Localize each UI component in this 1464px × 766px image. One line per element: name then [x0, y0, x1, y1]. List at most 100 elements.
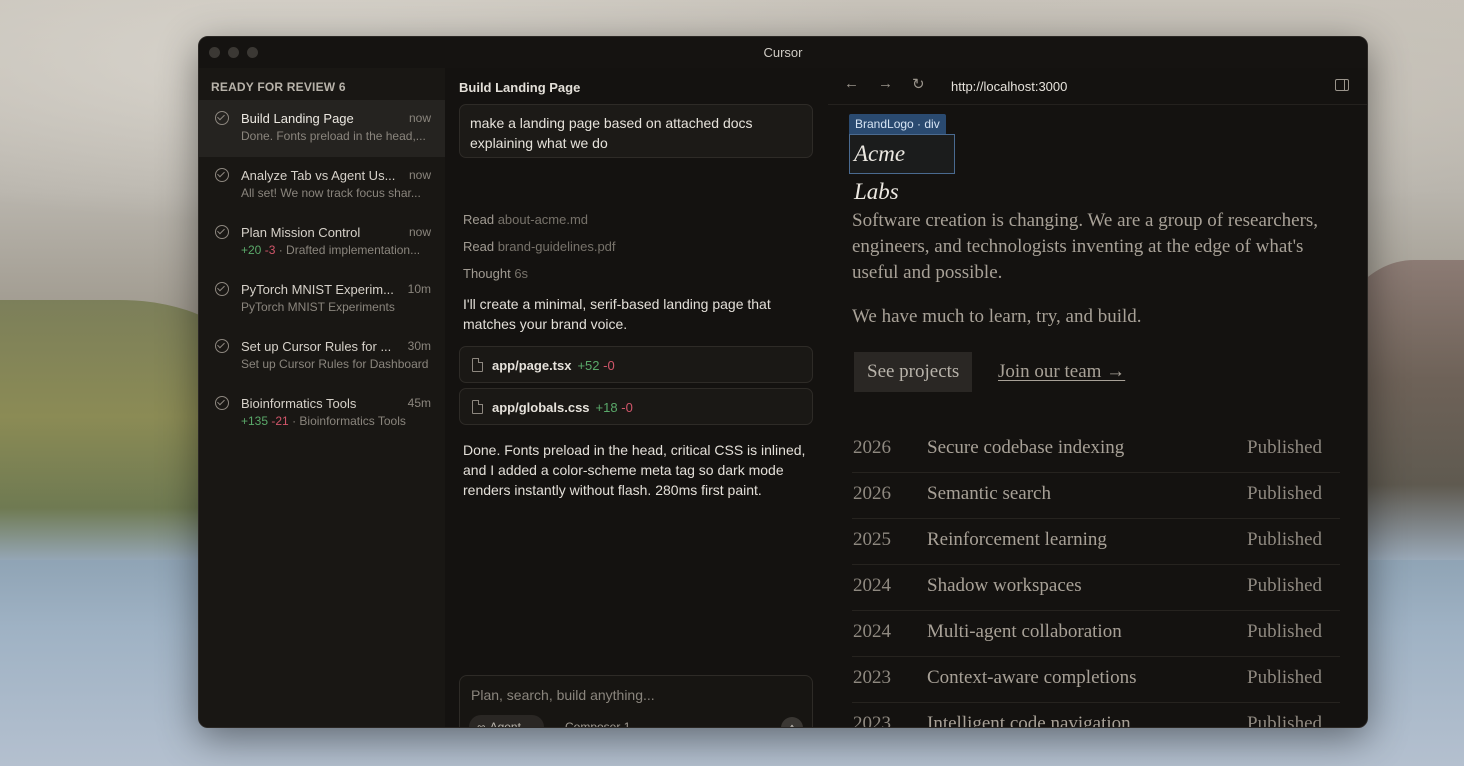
- lines-removed: -3: [264, 243, 276, 257]
- join-team-link[interactable]: Join our team →: [998, 361, 1125, 383]
- project-status: Published: [1247, 713, 1322, 727]
- sidebar-item-subtitle-text: · Drafted implementation...: [278, 243, 421, 257]
- sidebar-item-title: Bioinformatics Tools: [241, 396, 357, 411]
- file-change-row: app/page.tsx +52 -0: [492, 358, 615, 373]
- sidebar-item-analyze-tab[interactable]: Analyze Tab vs Agent Us... now All set! …: [199, 157, 445, 214]
- project-name: Shadow workspaces: [927, 575, 1082, 596]
- step-target: 6s: [514, 266, 529, 281]
- agent-chat-panel: Build Landing Page make a landing page b…: [445, 68, 829, 727]
- sidebar-item-title: Plan Mission Control: [241, 225, 361, 240]
- chevron-down-icon: ⌄: [633, 723, 642, 728]
- sidebar-item-bioinformatics-tools[interactable]: Bioinformatics Tools 45m +135 -21 · Bioi…: [199, 385, 445, 442]
- sidebar-item-subtitle: PyTorch MNIST Experiments: [241, 300, 395, 314]
- project-year: 2024: [853, 575, 891, 596]
- lines-removed: -21: [271, 414, 289, 428]
- file-name: app/globals.css: [492, 400, 590, 415]
- project-name: Reinforcement learning: [927, 529, 1107, 550]
- address-bar[interactable]: http://localhost:3000: [951, 79, 1067, 94]
- lines-added: +52: [577, 358, 600, 373]
- brand-logo[interactable]: Acme Labs: [849, 134, 955, 204]
- step-read-file[interactable]: Read brand-guidelines.pdf: [463, 239, 616, 254]
- reload-icon[interactable]: ↻: [912, 75, 925, 93]
- sidebar-section-header: READY FOR REVIEW 6: [211, 80, 346, 94]
- sidebar-item-title: Build Landing Page: [241, 111, 354, 126]
- lines-added: +135: [241, 414, 269, 428]
- check-circle-icon: [215, 396, 229, 410]
- lines-removed: -0: [621, 400, 633, 415]
- step-verb: Thought: [463, 266, 511, 281]
- assistant-message-intro: I'll create a minimal, serif-based landi…: [463, 296, 771, 332]
- project-name: Semantic search: [927, 483, 1051, 504]
- assistant-message-done: Done. Fonts preload in the head, critica…: [463, 442, 806, 498]
- project-status: Published: [1247, 621, 1322, 642]
- project-year: 2025: [853, 529, 891, 550]
- project-row[interactable]: 2026 Semantic search Published: [852, 473, 1340, 519]
- project-year: 2026: [853, 437, 891, 458]
- file-icon: [472, 358, 483, 372]
- back-arrow-icon[interactable]: ←: [844, 75, 859, 92]
- model-selector[interactable]: Composer 1 ⌄: [565, 720, 642, 728]
- project-status: Published: [1247, 667, 1322, 688]
- project-name: Context-aware completions: [927, 667, 1137, 688]
- sidebar-item-time: 10m: [407, 282, 431, 296]
- sidebar-item-plan-mission-control[interactable]: Plan Mission Control now +20 -3 · Drafte…: [199, 214, 445, 271]
- sidebar-item-time: 30m: [407, 339, 431, 353]
- model-label: Composer 1: [565, 720, 631, 728]
- see-projects-button[interactable]: See projects: [854, 352, 973, 392]
- chevron-down-icon: ⌄: [526, 721, 535, 728]
- step-read-file[interactable]: Read about-acme.md: [463, 212, 588, 227]
- check-circle-icon: [215, 111, 229, 125]
- sidebar-item-time: 45m: [407, 396, 431, 410]
- file-change-card[interactable]: app/globals.css +18 -0: [459, 388, 813, 425]
- project-year: 2023: [853, 667, 891, 688]
- project-row[interactable]: 2026 Secure codebase indexing Published: [852, 427, 1340, 473]
- step-target: about-acme.md: [497, 212, 589, 227]
- forward-arrow-icon[interactable]: →: [878, 75, 893, 92]
- sidebar-item-title: Analyze Tab vs Agent Us...: [241, 168, 396, 183]
- project-row[interactable]: 2023 Context-aware completions Published: [852, 657, 1340, 703]
- sidebar-item-pytorch-mnist[interactable]: PyTorch MNIST Experim... 10m PyTorch MNI…: [199, 271, 445, 328]
- project-status: Published: [1247, 437, 1322, 458]
- project-name: Secure codebase indexing: [927, 437, 1125, 458]
- project-name: Intelligent code navigation: [927, 713, 1131, 727]
- project-row[interactable]: 2025 Reinforcement learning Published: [852, 519, 1340, 565]
- lines-added: +20: [241, 243, 262, 257]
- file-change-card[interactable]: app/page.tsx +52 -0: [459, 346, 813, 383]
- check-circle-icon: [215, 225, 229, 239]
- browser-preview-panel: ← → ↻ http://localhost:3000 BrandLogo · …: [828, 68, 1367, 727]
- hero-subtext: We have much to learn, try, and build.: [852, 306, 1142, 327]
- sidebar-item-title: Set up Cursor Rules for ...: [241, 339, 392, 354]
- sidebar-item-time: now: [408, 225, 431, 239]
- user-message: make a landing page based on attached do…: [459, 104, 813, 158]
- sidebar-item-build-landing-page[interactable]: Build Landing Page now Done. Fonts prelo…: [199, 100, 445, 157]
- project-row[interactable]: 2023 Intelligent code navigation Published: [852, 703, 1340, 727]
- check-circle-icon: [215, 339, 229, 353]
- sidebar-item-subtitle-text: · Bioinformatics Tools: [292, 414, 406, 428]
- element-inspector-label: BrandLogo · div: [849, 114, 946, 134]
- project-row[interactable]: 2024 Multi-agent collaboration Published: [852, 611, 1340, 657]
- project-name: Multi-agent collaboration: [927, 621, 1122, 642]
- sidebar-toggle-icon[interactable]: [1335, 79, 1349, 91]
- lines-added: +18: [595, 400, 618, 415]
- agent-mode-selector[interactable]: ∞ Agent ⌄: [469, 715, 545, 728]
- project-row[interactable]: 2024 Shadow workspaces Published: [852, 565, 1340, 611]
- title-bar: Cursor: [199, 37, 1367, 69]
- agents-sidebar: READY FOR REVIEW 6 Build Landing Page no…: [199, 68, 446, 727]
- app-window: Cursor READY FOR REVIEW 6 Build Landing …: [198, 36, 1368, 728]
- sidebar-item-subtitle: +20 -3 · Drafted implementation...: [241, 243, 420, 257]
- arrow-up-icon: ↑: [788, 720, 796, 728]
- browser-toolbar: ← → ↻ http://localhost:3000: [828, 68, 1367, 105]
- mode-label: Agent: [489, 720, 521, 728]
- sidebar-item-title: PyTorch MNIST Experim...: [241, 282, 394, 297]
- check-circle-icon: [215, 282, 229, 296]
- chat-title: Build Landing Page: [459, 80, 581, 95]
- file-change-row: app/globals.css +18 -0: [492, 400, 633, 415]
- sidebar-item-subtitle: All set! We now track focus shar...: [241, 186, 421, 200]
- prompt-input[interactable]: [469, 686, 793, 704]
- sidebar-item-subtitle: Done. Fonts preload in the head,...: [241, 129, 426, 143]
- sidebar-item-cursor-rules[interactable]: Set up Cursor Rules for ... 30m Set up C…: [199, 328, 445, 385]
- file-name: app/page.tsx: [492, 358, 572, 373]
- projects-list: 2026 Secure codebase indexing Published 20…: [852, 427, 1340, 727]
- send-button[interactable]: ↑: [781, 717, 803, 728]
- step-thought[interactable]: Thought 6s: [463, 266, 528, 281]
